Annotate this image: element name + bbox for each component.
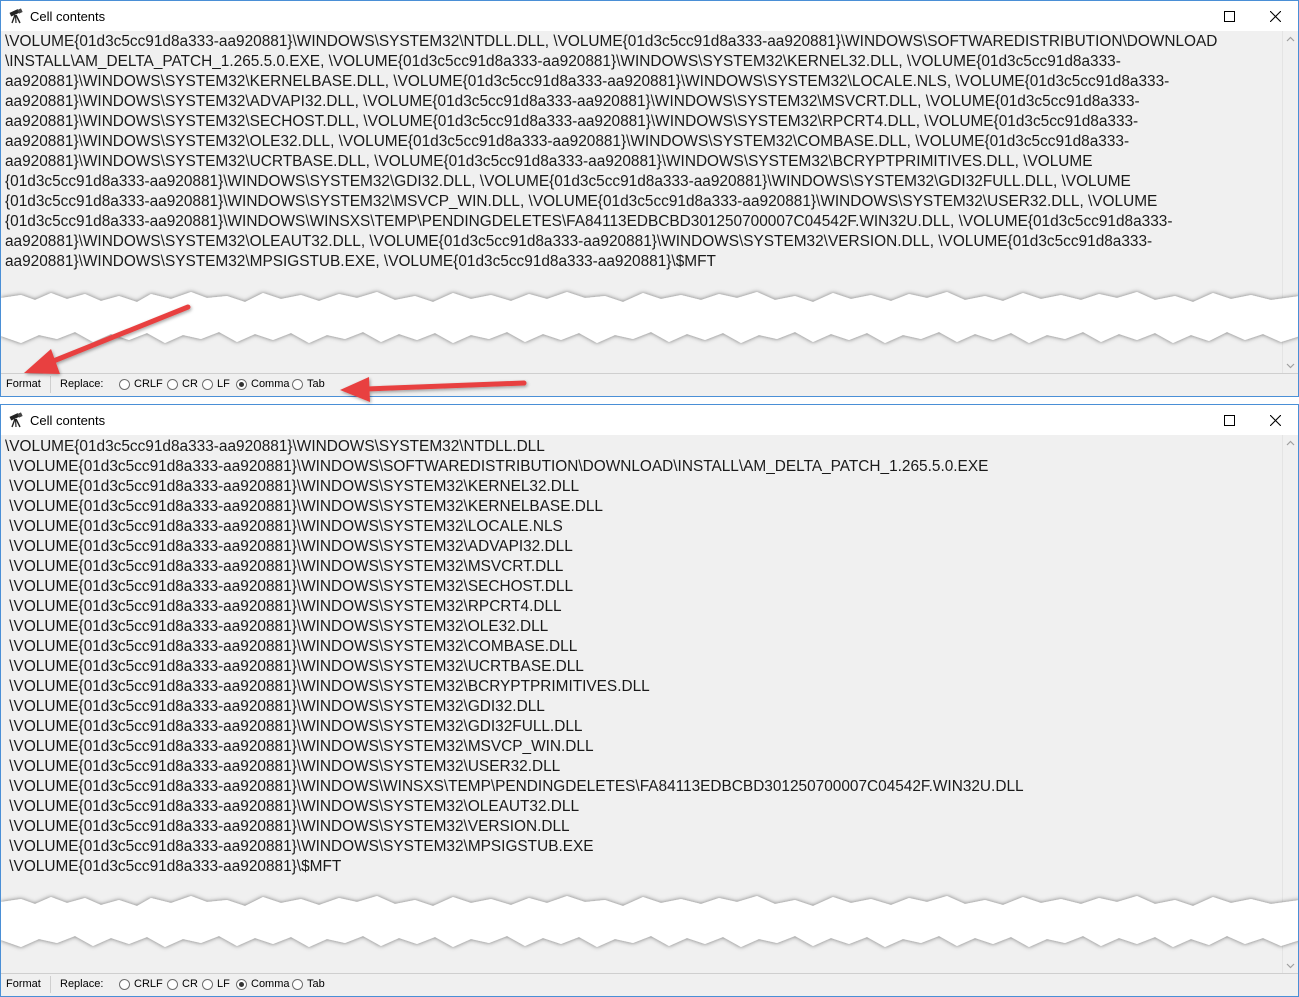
telescope-icon [9, 412, 25, 428]
maximize-icon [1223, 414, 1235, 426]
status-divider [50, 376, 51, 393]
text-line: \VOLUME{01d3c5cc91d8a333-aa920881}\WINDO… [5, 538, 573, 555]
radio-indicator [236, 978, 247, 990]
text-line: \VOLUME{01d3c5cc91d8a333-aa920881}\WINDO… [5, 618, 549, 635]
radio-indicator [292, 978, 303, 990]
radio-label: Tab [307, 978, 325, 990]
text-line: \VOLUME{01d3c5cc91d8a333-aa920881}\WINDO… [5, 758, 561, 775]
maximize-icon [1223, 10, 1235, 22]
text-line: \VOLUME{01d3c5cc91d8a333-aa920881}\WINDO… [5, 778, 1024, 795]
cell-text: \VOLUME{01d3c5cc91d8a333-aa920881}\WINDO… [5, 33, 1218, 270]
cell-text-lines: \VOLUME{01d3c5cc91d8a333-aa920881}\WINDO… [5, 437, 1278, 877]
radio-indicator [202, 978, 213, 990]
status-bar: Format Replace: CRLF CR LF Comma Tab [1, 373, 1298, 396]
maximize-button[interactable] [1206, 1, 1252, 31]
replace-label: Replace: [60, 978, 104, 990]
close-icon [1269, 414, 1281, 426]
text-line: \VOLUME{01d3c5cc91d8a333-aa920881}\WINDO… [5, 498, 603, 515]
radio-label: Comma [251, 978, 290, 990]
radio-label: CR [182, 378, 198, 390]
radio-indicator [167, 978, 178, 990]
text-line: \VOLUME{01d3c5cc91d8a333-aa920881}\WINDO… [5, 458, 989, 475]
torn-edge-effect [1, 292, 1298, 343]
text-line: \VOLUME{01d3c5cc91d8a333-aa920881}\WINDO… [5, 818, 570, 835]
radio-indicator [292, 378, 303, 390]
radio-label: LF [217, 978, 230, 990]
radio-crlf[interactable]: CRLF [119, 378, 163, 390]
window-title: Cell contents [30, 9, 106, 24]
close-button[interactable] [1252, 405, 1298, 435]
radio-label: CR [182, 978, 198, 990]
text-line: \VOLUME{01d3c5cc91d8a333-aa920881}\WINDO… [5, 478, 580, 495]
text-line: \VOLUME{01d3c5cc91d8a333-aa920881}\WINDO… [5, 798, 580, 815]
radio-cr[interactable]: CR [167, 978, 198, 990]
text-line: \VOLUME{01d3c5cc91d8a333-aa920881}\WINDO… [5, 718, 583, 735]
text-line: \VOLUME{01d3c5cc91d8a333-aa920881}\WINDO… [5, 638, 578, 655]
radio-label: Tab [307, 378, 325, 390]
cell-contents-window-formatted: Cell contents \VOLUME{01d3c5cc91d8a333-a… [0, 404, 1299, 997]
text-line: \VOLUME{01d3c5cc91d8a333-aa920881}\WINDO… [5, 558, 564, 575]
text-line: \VOLUME{01d3c5cc91d8a333-aa920881}\WINDO… [5, 678, 650, 695]
maximize-button[interactable] [1206, 405, 1252, 435]
radio-cr[interactable]: CR [167, 378, 198, 390]
text-line: \VOLUME{01d3c5cc91d8a333-aa920881}\WINDO… [5, 518, 563, 535]
text-line: \VOLUME{01d3c5cc91d8a333-aa920881}\$MFT [5, 858, 342, 875]
radio-label: LF [217, 378, 230, 390]
radio-label: CRLF [134, 378, 163, 390]
radio-indicator [119, 378, 130, 390]
torn-edge-effect [1, 896, 1298, 947]
radio-lf[interactable]: LF [202, 978, 230, 990]
format-button[interactable]: Format [6, 378, 41, 390]
title-bar[interactable]: Cell contents [1, 1, 1298, 31]
radio-tab[interactable]: Tab [292, 978, 325, 990]
chevron-up-icon [1286, 36, 1295, 42]
text-line: \VOLUME{01d3c5cc91d8a333-aa920881}\WINDO… [5, 578, 574, 595]
close-button[interactable] [1252, 1, 1298, 31]
cell-contents-window-raw: Cell contents \VOLUME{01d3c5cc91d8a333-a… [0, 0, 1299, 397]
radio-label: CRLF [134, 978, 163, 990]
status-bar: Format Replace: CRLF CR LF Comma Tab [1, 973, 1298, 996]
scroll-up-button[interactable] [1283, 31, 1298, 47]
window-title: Cell contents [30, 413, 106, 428]
scroll-up-button[interactable] [1283, 435, 1298, 451]
text-line: \VOLUME{01d3c5cc91d8a333-aa920881}\WINDO… [5, 738, 594, 755]
radio-label: Comma [251, 378, 290, 390]
format-button[interactable]: Format [6, 978, 41, 990]
text-line: \VOLUME{01d3c5cc91d8a333-aa920881}\WINDO… [5, 698, 545, 715]
text-line: \VOLUME{01d3c5cc91d8a333-aa920881}\WINDO… [5, 438, 545, 455]
radio-tab[interactable]: Tab [292, 378, 325, 390]
chevron-up-icon [1286, 440, 1295, 446]
close-icon [1269, 10, 1281, 22]
radio-indicator [167, 378, 178, 390]
text-line: \VOLUME{01d3c5cc91d8a333-aa920881}\WINDO… [5, 598, 562, 615]
text-line: \VOLUME{01d3c5cc91d8a333-aa920881}\WINDO… [5, 838, 594, 855]
radio-comma[interactable]: Comma [236, 978, 290, 990]
status-divider [50, 976, 51, 993]
radio-indicator [236, 378, 247, 390]
text-line: \VOLUME{01d3c5cc91d8a333-aa920881}\WINDO… [5, 658, 584, 675]
replace-label: Replace: [60, 378, 104, 390]
telescope-icon [9, 8, 25, 24]
chevron-down-icon [1286, 363, 1295, 369]
radio-lf[interactable]: LF [202, 378, 230, 390]
radio-crlf[interactable]: CRLF [119, 978, 163, 990]
radio-comma[interactable]: Comma [236, 378, 290, 390]
radio-indicator [202, 378, 213, 390]
title-bar[interactable]: Cell contents [1, 405, 1298, 435]
radio-indicator [119, 978, 130, 990]
